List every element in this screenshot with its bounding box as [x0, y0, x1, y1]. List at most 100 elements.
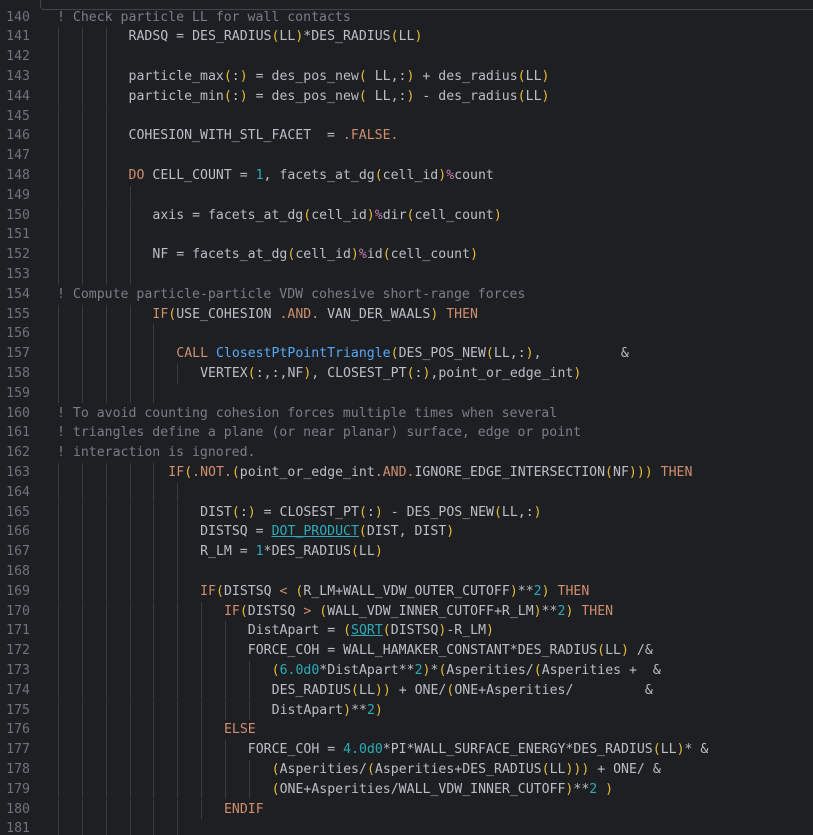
code-line[interactable]: 163 IF(.NOT.(point_or_edge_int.AND.IGNORE…: [0, 462, 813, 483]
code-token: ): [239, 68, 248, 84]
indent-guide: [153, 581, 155, 602]
indent-guide: [129, 344, 131, 364]
indent-guide: [105, 225, 107, 246]
code-line[interactable]: 148 DO CELL_COUNT = 1, facets_at_dg(cell_…: [0, 165, 813, 186]
code-line[interactable]: 157 CALL ClosestPtPointTriangle(DES_POS_N…: [0, 344, 813, 364]
indent-guide: [153, 542, 155, 562]
indent-guide: [81, 383, 83, 404]
indent-guide: [129, 324, 131, 345]
code-line[interactable]: 160 ! To avoid counting cohesion forces m…: [0, 404, 813, 424]
code-token: **: [573, 781, 590, 797]
line-number: 142: [6, 49, 30, 65]
code-token: (: [390, 346, 399, 362]
code-token: .FALSE.: [342, 128, 399, 144]
indent-guide: [153, 324, 155, 345]
line-number: 140: [6, 9, 30, 25]
code-line[interactable]: 169 IF(DISTSQ < (R_LM+WALL_VDW_OUTER_CUTO…: [0, 581, 813, 602]
code-line[interactable]: 146 COHESION_WITH_STL_FACET = .FALSE.: [0, 126, 813, 147]
indent-guide: [129, 680, 131, 701]
code-token: ! triangles define a plane (or near plan…: [57, 425, 582, 441]
indent-guide: [105, 462, 107, 483]
indent-guide: [177, 601, 179, 622]
indent-guide: [81, 482, 83, 503]
code-line[interactable]: 151: [0, 225, 813, 246]
code-line[interactable]: 165 DIST(:) = CLOSEST_PT(:) - DES_POS_NEW…: [0, 502, 813, 523]
code-token: Asperities + &: [541, 662, 661, 678]
code-token: SQRT: [351, 623, 383, 639]
indent-guide: [81, 502, 83, 523]
code-line[interactable]: 167 R_LM = 1*DES_RADIUS(LL): [0, 542, 813, 562]
code-token: LL,:: [366, 88, 407, 104]
code-line[interactable]: 164: [0, 482, 813, 503]
code-line[interactable]: 144 particle_min(:) = des_pos_new( LL,:) …: [0, 86, 813, 107]
indent-guide: [153, 601, 155, 622]
indent-guide: [105, 47, 107, 67]
line-number: 166: [6, 524, 30, 540]
code-line[interactable]: 161 ! triangles define a plane (or near p…: [0, 423, 813, 443]
code-editor[interactable]: 140 ! Check particle LL for wall contacts…: [0, 0, 813, 835]
code-line[interactable]: 181: [0, 819, 813, 835]
code-line[interactable]: 150 axis = facets_at_dg(cell_id)%dir(cell…: [0, 205, 813, 226]
code-line[interactable]: 141 RADSQ = DES_RADIUS(LL)*DES_RADIUS(LL): [0, 27, 813, 48]
code-line[interactable]: 176 ELSE: [0, 720, 813, 741]
code-token: DISTSQ: [247, 603, 304, 619]
indent-guide: [224, 700, 226, 721]
code-line[interactable]: 173 (6.0d0*DistApart**2)*(Asperities/(Asp…: [0, 660, 813, 681]
code-line[interactable]: 155 IF(USE_COHESION .AND. VAN_DER_WAALS) …: [0, 304, 813, 325]
code-line[interactable]: 180 ENDIF: [0, 799, 813, 820]
code-token: (: [215, 583, 224, 599]
indent-guide: [81, 126, 83, 147]
code-line[interactable]: 145: [0, 106, 813, 127]
line-number: 178: [6, 761, 30, 777]
code-token: (: [517, 68, 526, 84]
indent-guide: [153, 621, 155, 642]
code-token: (: [390, 29, 399, 45]
code-line[interactable]: 147: [0, 146, 813, 166]
code-token: ,point_or_edge_int: [430, 365, 574, 381]
line-number: 170: [6, 603, 30, 619]
code-line[interactable]: 175 DistApart)**2): [0, 700, 813, 721]
code-line[interactable]: 153: [0, 264, 813, 285]
code-line[interactable]: 143 particle_max(:) = des_pos_new( LL,:) …: [0, 66, 813, 87]
code-line[interactable]: 166 DISTSQ = DOT_PRODUCT(DIST, DIST): [0, 522, 813, 543]
code-line[interactable]: 170 IF(DISTSQ > (WALL_VDW_INNER_CUTOFF+R_…: [0, 601, 813, 622]
indent-guide: [153, 680, 155, 701]
indent-guide: [177, 482, 179, 503]
code-line[interactable]: 179 (ONE+Asperities/WALL_VDW_INNER_CUTOFF…: [0, 779, 813, 800]
code-line[interactable]: 152 NF = facets_at_dg(cell_id)%id(cell_co…: [0, 245, 813, 265]
code-line[interactable]: 158 VERTEX(:,:,NF), CLOSEST_PT(:),point_o…: [0, 363, 813, 384]
code-token: ): [541, 583, 550, 599]
code-line[interactable]: 156: [0, 324, 813, 345]
code-line[interactable]: 142: [0, 47, 813, 67]
code-token: :: [231, 88, 240, 104]
indent-guide: [81, 759, 83, 780]
code-token: *PI*WALL_SURFACE_ENERGY*DES_RADIUS: [382, 742, 653, 758]
code-line[interactable]: 171 DistApart = (SQRT(DISTSQ)-R_LM): [0, 621, 813, 642]
code-line[interactable]: 177 FORCE_COH = 4.0d0*PI*WALL_SURFACE_ENE…: [0, 740, 813, 760]
indent-guide: [129, 225, 131, 246]
indent-guide: [58, 126, 59, 147]
indent-guide: [105, 680, 107, 701]
code-line[interactable]: 159: [0, 383, 813, 404]
code-token: *DistApart**: [319, 662, 415, 678]
code-line[interactable]: 140 ! Check particle LL for wall contacts: [0, 8, 813, 28]
code-line[interactable]: 174 DES_RADIUS(LL)) + ONE/(ONE+Asperities…: [0, 680, 813, 701]
code-line[interactable]: 178 (Asperities/(Asperities+DES_RADIUS(LL…: [0, 759, 813, 780]
line-number: 152: [6, 247, 30, 263]
code-text: ! To avoid counting cohesion forces mult…: [57, 404, 557, 424]
code-line[interactable]: 154 ! Compute particle-particle VDW cohes…: [0, 285, 813, 305]
indent-guide: [81, 542, 83, 562]
code-token: (: [231, 464, 240, 480]
code-token: DISTSQ =: [200, 524, 272, 540]
code-token: + des_radius: [414, 68, 518, 84]
indent-guide: [81, 779, 83, 800]
code-token: ): [470, 247, 479, 263]
line-number: 153: [6, 266, 30, 282]
code-text: RADSQ = DES_RADIUS(LL)*DES_RADIUS(LL): [129, 27, 423, 47]
code-line[interactable]: 168: [0, 561, 813, 582]
indent-guide: [58, 165, 59, 186]
code-line[interactable]: 149: [0, 185, 813, 206]
code-line[interactable]: 172 FORCE_COH = WALL_HAMAKER_CONSTANT*DES…: [0, 641, 813, 661]
indent-guide: [177, 720, 179, 741]
code-line[interactable]: 162 ! interaction is ignored.: [0, 443, 813, 463]
